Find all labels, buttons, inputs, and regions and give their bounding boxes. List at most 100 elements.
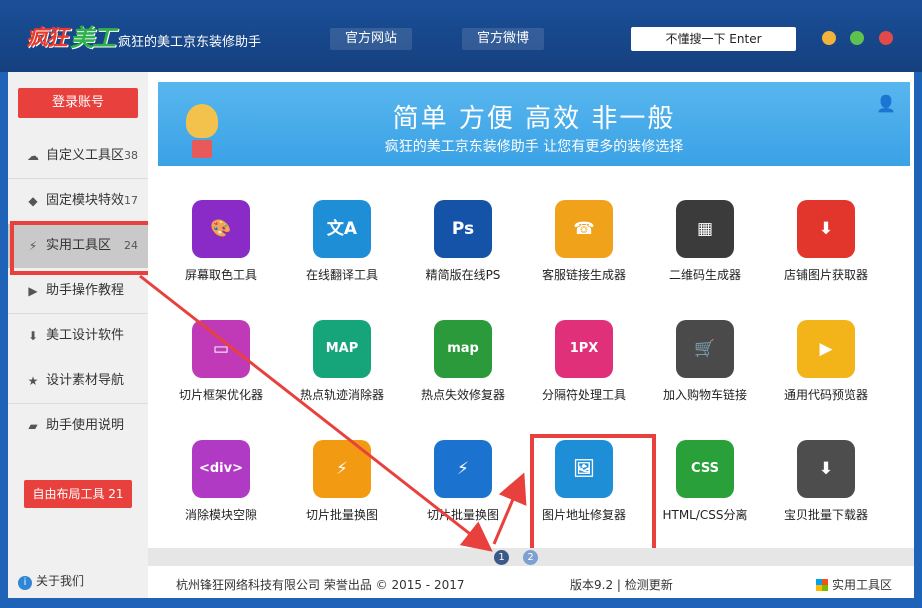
tool-item[interactable]: ⚡ 切片批量换图 — [408, 440, 518, 540]
tool-item[interactable]: 🎨 屏幕取色工具 — [166, 200, 276, 300]
tool-label: 精简版在线PS — [425, 268, 501, 282]
download-icon: ⬇ — [27, 329, 39, 343]
tool-label: 在线翻译工具 — [305, 268, 378, 282]
sidebar-item-label: 固定模块特效 — [46, 193, 125, 208]
app-title: 疯狂的美工京东装修助手 — [118, 35, 262, 50]
cube-icon: ◆ — [28, 194, 38, 208]
about-label: 关于我们 — [36, 574, 85, 588]
pager: 1 2 — [148, 548, 914, 566]
tool-item[interactable]: CSS HTML/CSS分离 — [650, 440, 760, 540]
div-icon: <div> — [192, 440, 250, 498]
minimize-button[interactable] — [822, 31, 836, 45]
sidebar-item-tutorial[interactable]: ▶ 助手操作教程 — [8, 269, 148, 313]
star-icon: ★ — [27, 374, 39, 388]
tool-item[interactable]: map 热点失效修复器 — [408, 320, 518, 420]
sidebar-item-count: 38 — [124, 149, 138, 162]
sidebar-item-label: 自定义工具区 — [46, 148, 125, 163]
banner: 简单 方便 高效 非一般 疯狂的美工京东装修助手 让您有更多的装修选择 👤 — [158, 82, 910, 166]
tool-item[interactable]: ▭ 切片框架优化器 — [166, 320, 276, 420]
sidebar: 登录账号 ☁ 自定义工具区 38 ◆ 固定模块特效 17 ⚡ 实用工具区 24 … — [8, 72, 148, 598]
search-box[interactable]: 不懂搜一下 Enter — [631, 27, 796, 51]
maximize-button[interactable] — [850, 31, 864, 45]
headset-icon: ☎ — [555, 200, 613, 258]
tool-label: 宝贝批量下载器 — [783, 508, 868, 522]
tool-label: 切片框架优化器 — [178, 388, 263, 402]
close-button[interactable] — [879, 31, 893, 45]
page-2-button[interactable]: 2 — [523, 550, 538, 565]
logo-text-2: 美工 — [70, 24, 116, 52]
tool-label: 切片批量换图 — [426, 508, 499, 522]
cart-icon: 🛒 — [676, 320, 734, 378]
sidebar-item-fixed-modules[interactable]: ◆ 固定模块特效 17 — [8, 179, 148, 223]
batch-download-icon: ⬇ — [797, 440, 855, 498]
qrcode-icon: ▦ — [676, 200, 734, 258]
tool-label: 热点轨迹消除器 — [299, 388, 384, 402]
translate-icon: 文A — [313, 200, 371, 258]
custom-layout-label: 自由布局工具 — [32, 487, 105, 501]
sidebar-item-material-nav[interactable]: ★ 设计素材导航 — [8, 359, 148, 403]
login-button[interactable]: 登录账号 — [18, 88, 138, 118]
tool-label: 通用代码预览器 — [783, 388, 868, 402]
tool-item[interactable]: 1PX 分隔符处理工具 — [529, 320, 639, 420]
tool-item[interactable]: ▶ 通用代码预览器 — [771, 320, 881, 420]
tool-label: 消除模块空隙 — [184, 508, 257, 522]
banner-slogan: 简单 方便 高效 非一般 — [392, 104, 676, 134]
slice-icon: ⚡ — [313, 440, 371, 498]
about-us-link[interactable]: i 关于我们 — [18, 572, 84, 590]
sidebar-item-design-software[interactable]: ⬇ 美工设计软件 — [8, 314, 148, 358]
official-site-link[interactable]: 官方网站 — [330, 28, 412, 50]
tool-label: 切片批量换图 — [305, 508, 378, 522]
current-section-label: 实用工具区 — [832, 578, 893, 592]
windows-icon — [816, 579, 828, 591]
sidebar-item-count: 17 — [124, 194, 138, 207]
tool-item[interactable]: ⬇ 店铺图片获取器 — [771, 200, 881, 300]
user-icon[interactable]: 👤 — [876, 94, 896, 113]
tool-item[interactable]: MAP 热点轨迹消除器 — [287, 320, 397, 420]
official-weibo-link[interactable]: 官方微博 — [462, 28, 544, 50]
slice-blue-icon: ⚡ — [434, 440, 492, 498]
logo-text-1: 疯狂 — [26, 26, 68, 51]
version-update-link[interactable]: 版本9.2 | 检测更新 — [570, 576, 673, 593]
tool-label: 二维码生成器 — [668, 268, 741, 282]
sidebar-item-label: 助手使用说明 — [46, 418, 125, 433]
sidebar-item-label: 助手操作教程 — [46, 283, 125, 298]
tool-item[interactable]: Ps 精简版在线PS — [408, 200, 518, 300]
frame-icon: ▭ — [192, 320, 250, 378]
sidebar-item-custom-tools[interactable]: ☁ 自定义工具区 38 — [8, 134, 148, 178]
palette-icon: 🎨 — [192, 200, 250, 258]
cloud-icon: ☁ — [27, 149, 39, 163]
sidebar-item-label: 美工设计软件 — [46, 328, 125, 343]
pixel-icon: 1PX — [555, 320, 613, 378]
tool-item[interactable]: ⚡ 切片批量换图 — [287, 440, 397, 540]
custom-layout-count: 21 — [108, 487, 124, 501]
sidebar-item-label: 设计素材导航 — [46, 373, 125, 388]
map-pin-icon: map — [434, 320, 492, 378]
play-icon: ▶ — [28, 284, 38, 298]
page-1-button[interactable]: 1 — [494, 550, 509, 565]
annotation-highlight-tool — [530, 434, 656, 560]
tool-label: 分隔符处理工具 — [541, 388, 626, 402]
app-logo: 疯狂 美工 — [26, 18, 116, 58]
sidebar-item-usage-guide[interactable]: ▰ 助手使用说明 — [8, 404, 148, 448]
tool-label: 店铺图片获取器 — [783, 268, 868, 282]
tool-item[interactable]: ☎ 客服链接生成器 — [529, 200, 639, 300]
map-icon: MAP — [313, 320, 371, 378]
title-bar: 疯狂 美工 疯狂的美工京东装修助手 官方网站 官方微博 不懂搜一下 Enter — [0, 0, 922, 72]
tool-item[interactable]: ▦ 二维码生成器 — [650, 200, 760, 300]
current-section: 实用工具区 — [816, 576, 892, 593]
preview-icon: ▶ — [797, 320, 855, 378]
photoshop-icon: Ps — [434, 200, 492, 258]
tool-item[interactable]: ⬇ 宝贝批量下载器 — [771, 440, 881, 540]
banner-subtitle: 疯狂的美工京东装修助手 让您有更多的装修选择 — [384, 139, 684, 155]
info-icon: i — [18, 576, 32, 590]
tool-label: 加入购物车链接 — [662, 388, 747, 402]
tool-item[interactable]: 🛒 加入购物车链接 — [650, 320, 760, 420]
annotation-highlight-sidebar — [10, 221, 162, 275]
book-icon: ▰ — [28, 419, 38, 433]
tool-label: 热点失效修复器 — [420, 388, 505, 402]
custom-layout-button[interactable]: 自由布局工具 21 — [24, 480, 132, 508]
copyright-text: 杭州锋狂网络科技有限公司 荣誉出品 © 2015 - 2017 — [176, 578, 465, 592]
tool-item[interactable]: 文A 在线翻译工具 — [287, 200, 397, 300]
tool-item[interactable]: <div> 消除模块空隙 — [166, 440, 276, 540]
image-download-icon: ⬇ — [797, 200, 855, 258]
